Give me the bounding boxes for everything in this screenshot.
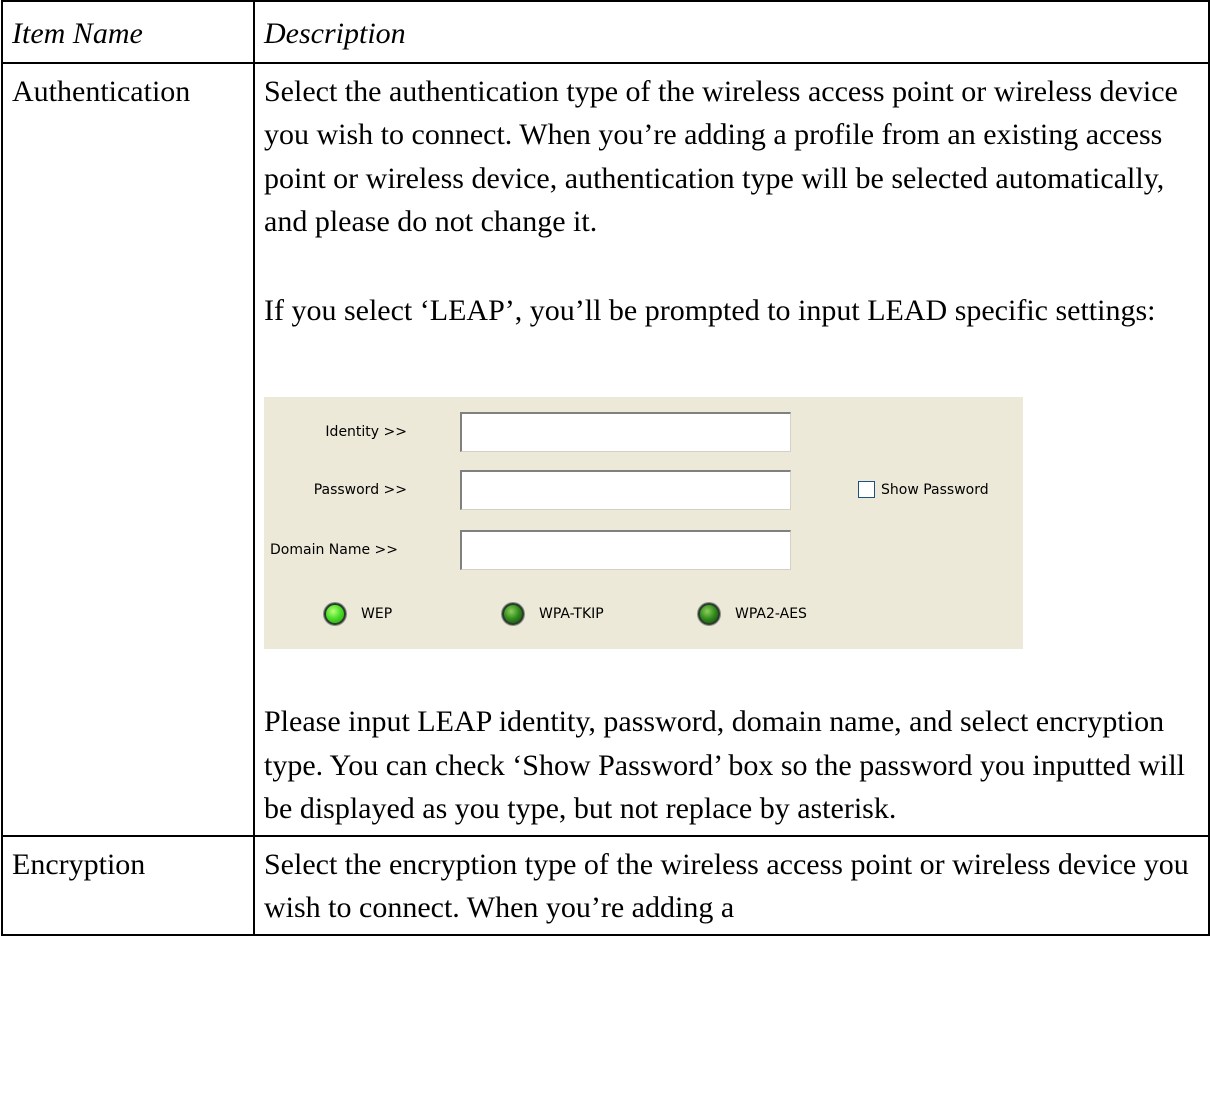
domain-name-input[interactable] (460, 530, 791, 570)
description-paragraph: Select the authentication type of the wi… (264, 74, 1178, 239)
identity-input[interactable] (460, 412, 791, 452)
show-password-checkbox[interactable]: Show Password (858, 481, 989, 498)
radio-off-icon[interactable] (502, 603, 524, 625)
domain-name-label: Domain Name >> (270, 542, 398, 558)
description-paragraph: If you select ‘LEAP’, you’ll be prompted… (264, 293, 1156, 327)
encryption-option-wep[interactable]: WEP (324, 603, 392, 625)
table-header-row: Item Name Description (1, 0, 1210, 64)
item-name-cell: Encryption (1, 834, 255, 936)
encryption-option-wpa-tkip[interactable]: WPA-TKIP (502, 603, 604, 625)
leap-settings-panel: Identity >> Password >> Show Password Do… (264, 397, 1023, 649)
radio-on-icon[interactable] (324, 603, 346, 625)
radio-off-icon[interactable] (698, 603, 720, 625)
checkbox-box[interactable] (858, 481, 875, 498)
item-name-cell: Authentication (1, 61, 255, 837)
table-row: Encryption Select the encryption type of… (1, 834, 1210, 936)
description-paragraph: Please input LEAP identity, password, do… (264, 705, 1186, 825)
item-description-table: Item Name Description Authentication Sel… (1, 0, 1210, 936)
description-cell: Select the encryption type of the wirele… (253, 834, 1210, 936)
table-row: Authentication Select the authentication… (1, 61, 1210, 837)
header-description: Description (253, 0, 1210, 64)
password-label: Password >> (313, 482, 407, 498)
header-item-name: Item Name (1, 0, 255, 64)
show-password-label: Show Password (881, 481, 989, 498)
description-cell: Select the authentication type of the wi… (253, 61, 1210, 837)
encryption-option-wpa2-aes[interactable]: WPA2-AES (698, 603, 807, 625)
encryption-option-label: WPA2-AES (735, 606, 807, 622)
password-input[interactable] (460, 470, 791, 510)
encryption-option-label: WEP (361, 606, 393, 622)
identity-label: Identity >> (325, 424, 407, 440)
description-paragraph: Select the encryption type of the wirele… (264, 847, 1189, 925)
encryption-option-label: WPA-TKIP (539, 606, 604, 622)
